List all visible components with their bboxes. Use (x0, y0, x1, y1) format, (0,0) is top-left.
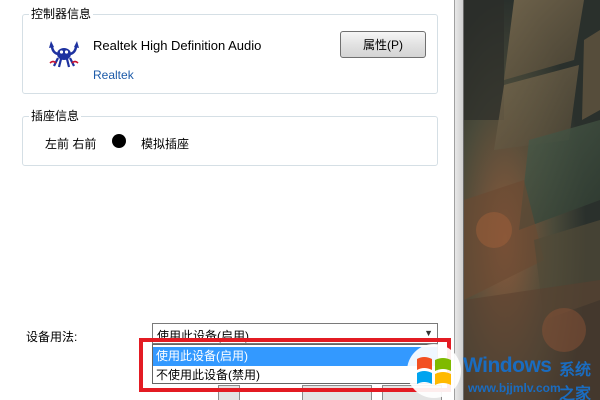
desktop-wallpaper (464, 0, 600, 400)
windows-flag-icon (407, 344, 461, 398)
watermark-brand: Windows (463, 354, 552, 377)
properties-button[interactable]: 属性(P) (340, 31, 426, 58)
watermark-url: www.bjjmlv.com (468, 381, 561, 395)
vendor-link[interactable]: Realtek (93, 68, 134, 82)
watermark: Windows 系统之家 www.bjjmlv.com (405, 342, 600, 400)
watermark-text: 系统之家 (559, 362, 592, 400)
jack-type: 模拟插座 (141, 137, 190, 151)
device-name: Realtek High Definition Audio (93, 38, 262, 53)
controller-info-group: 控制器信息 Realtek High Definition Audio Real… (22, 7, 438, 94)
jack-location: 左前 右前 (45, 137, 97, 151)
dropdown-arrow-icon[interactable]: ▼ (424, 328, 433, 338)
jack-info-group: 插座信息 左前 右前 模拟插座 (22, 109, 438, 166)
jack-info-title: 插座信息 (29, 109, 82, 123)
realtek-crab-icon (49, 41, 79, 68)
jack-color-icon (112, 134, 126, 148)
controller-info-title: 控制器信息 (29, 7, 94, 21)
device-usage-label: 设备用法: (26, 330, 78, 344)
window-border (454, 0, 464, 400)
